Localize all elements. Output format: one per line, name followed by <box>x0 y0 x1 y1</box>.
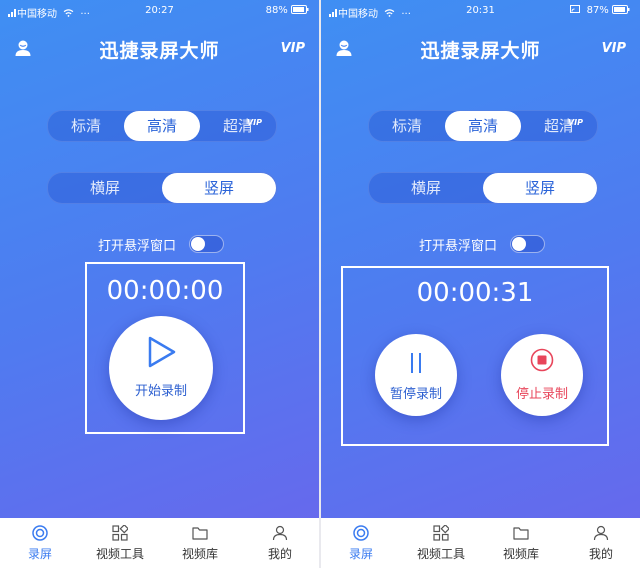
person-icon <box>593 525 609 541</box>
recording-timer: 00:00:00 <box>106 276 224 306</box>
tab-video-tools[interactable]: 视频工具 <box>80 518 160 568</box>
orientation-portrait[interactable]: 竖屏 <box>483 173 597 203</box>
tab-video-library[interactable]: 视频库 <box>160 518 240 568</box>
vip-badge: VIP <box>567 118 583 127</box>
tab-record-label: 录屏 <box>27 547 52 561</box>
floating-window-label: 打开悬浮窗口 <box>98 239 177 254</box>
pause-icon <box>411 353 421 373</box>
toggle-knob <box>512 237 526 251</box>
stop-record-button[interactable]: 停止录制 <box>501 334 583 416</box>
tab-video-tools-label: 视频工具 <box>95 547 144 561</box>
status-bar: 中国移动 ··· 20:31 87% <box>321 0 640 22</box>
cast-icon <box>570 5 581 13</box>
bottom-tab-bar: 录屏 视频工具 视频库 我的 <box>0 518 319 568</box>
person-icon <box>272 525 288 541</box>
orientation-portrait[interactable]: 竖屏 <box>162 173 276 203</box>
vip-button[interactable]: VIP <box>602 41 626 56</box>
quality-selector: 标清 高清 超清 VIP <box>47 110 277 142</box>
app-title: 迅捷录屏大师 <box>420 40 541 62</box>
grid-icon <box>112 525 128 541</box>
tab-video-library-label: 视频库 <box>181 547 218 561</box>
tab-record[interactable]: 录屏 <box>321 518 401 568</box>
play-icon <box>148 336 176 368</box>
record-icon <box>32 525 48 541</box>
floating-window-toggle[interactable] <box>189 235 224 253</box>
tab-mine-label: 我的 <box>588 547 613 561</box>
folder-icon <box>192 527 208 540</box>
vip-badge: VIP <box>246 118 262 127</box>
tab-video-library[interactable]: 视频库 <box>481 518 561 568</box>
battery-label: 88% <box>265 5 288 16</box>
app-title: 迅捷录屏大师 <box>99 40 220 62</box>
orientation-selector: 横屏 竖屏 <box>368 172 598 204</box>
floating-window-row: 打开悬浮窗口 <box>0 234 319 254</box>
stop-record-label: 停止录制 <box>515 387 568 402</box>
battery-icon <box>291 5 309 14</box>
screen-idle: 中国移动 ··· 20:27 88% 迅捷录屏大师 VIP 标清 高清 超清 VI… <box>0 0 319 568</box>
vip-button[interactable]: VIP <box>281 41 305 56</box>
floating-window-row: 打开悬浮窗口 <box>321 234 640 254</box>
quality-option-hd[interactable]: 高清 <box>124 111 200 141</box>
stop-icon <box>530 348 554 372</box>
quality-option-hd[interactable]: 高清 <box>445 111 521 141</box>
folder-icon <box>513 527 529 540</box>
quality-selector: 标清 高清 超清 VIP <box>368 110 598 142</box>
quality-option-uhd[interactable]: 超清 VIP <box>200 111 276 141</box>
tab-record-label: 录屏 <box>348 547 373 561</box>
tab-video-library-label: 视频库 <box>502 547 539 561</box>
tab-mine[interactable]: 我的 <box>561 518 640 568</box>
battery-label: 87% <box>586 5 609 16</box>
start-record-button[interactable]: 开始录制 <box>109 316 213 420</box>
status-bar: 中国移动 ··· 20:27 88% <box>0 0 319 22</box>
start-record-label: 开始录制 <box>134 384 187 399</box>
quality-option-sd[interactable]: 标清 <box>48 111 124 141</box>
recorder-panel: 00:00:00 开始录制 <box>85 262 245 434</box>
tab-mine[interactable]: 我的 <box>240 518 319 568</box>
battery-icon <box>612 5 630 14</box>
pause-record-button[interactable]: 暂停录制 <box>375 334 457 416</box>
recorder-panel: 00:00:31 暂停录制 停止录制 <box>341 266 609 446</box>
floating-window-toggle[interactable] <box>510 235 545 253</box>
status-battery: 87% <box>570 5 630 16</box>
orientation-selector: 横屏 竖屏 <box>47 172 277 204</box>
quality-option-sd[interactable]: 标清 <box>369 111 445 141</box>
tab-record[interactable]: 录屏 <box>0 518 80 568</box>
toggle-knob <box>191 237 205 251</box>
orientation-landscape[interactable]: 横屏 <box>369 173 483 203</box>
grid-icon <box>433 525 449 541</box>
quality-option-uhd[interactable]: 超清 VIP <box>521 111 597 141</box>
status-battery: 88% <box>266 5 309 16</box>
pause-record-label: 暂停录制 <box>389 387 442 402</box>
screen-recording: 中国移动 ··· 20:31 87% 迅捷录屏大师 VIP 标清 高清 超清 VI… <box>321 0 640 568</box>
record-icon <box>353 525 369 541</box>
recording-timer: 00:00:31 <box>416 278 534 308</box>
orientation-landscape[interactable]: 横屏 <box>48 173 162 203</box>
tab-mine-label: 我的 <box>267 547 292 561</box>
app-header: 迅捷录屏大师 VIP <box>0 30 319 66</box>
floating-window-label: 打开悬浮窗口 <box>419 239 498 254</box>
tab-video-tools[interactable]: 视频工具 <box>401 518 481 568</box>
bottom-tab-bar: 录屏 视频工具 视频库 我的 <box>321 518 640 568</box>
tab-video-tools-label: 视频工具 <box>416 547 465 561</box>
app-header: 迅捷录屏大师 VIP <box>321 30 640 66</box>
